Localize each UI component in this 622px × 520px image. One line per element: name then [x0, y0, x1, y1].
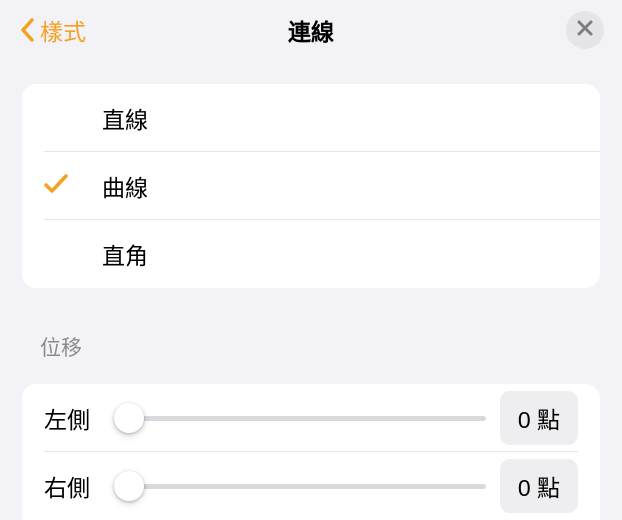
close-icon	[577, 20, 593, 41]
offset-value-right[interactable]: 0 點	[500, 459, 578, 513]
offset-section: 左側 0 點 右側 0 點	[22, 384, 600, 520]
option-label: 曲線	[102, 169, 148, 203]
back-button[interactable]: 樣式	[18, 13, 86, 47]
line-type-option-straight[interactable]: 直線	[22, 84, 600, 152]
option-label: 直角	[102, 237, 148, 271]
back-label: 樣式	[40, 13, 86, 47]
offset-value-left[interactable]: 0 點	[500, 391, 578, 445]
offset-row-right: 右側 0 點	[22, 452, 600, 520]
offset-slider-left[interactable]	[114, 403, 486, 433]
offset-slider-right[interactable]	[114, 471, 486, 501]
offset-label-left: 左側	[44, 401, 100, 435]
line-type-option-curved[interactable]: 曲線	[22, 152, 600, 220]
close-button[interactable]	[566, 11, 604, 49]
slider-thumb[interactable]	[114, 403, 144, 433]
line-type-list: 直線 曲線 直角	[22, 84, 600, 288]
checkmark-icon	[44, 173, 68, 200]
offset-row-left: 左側 0 點	[22, 384, 600, 452]
page-title: 連線	[288, 13, 334, 47]
chevron-left-icon	[18, 16, 38, 44]
offset-section-label: 位移	[40, 332, 622, 362]
line-type-option-right-angle[interactable]: 直角	[22, 220, 600, 288]
slider-thumb[interactable]	[114, 471, 144, 501]
offset-label-right: 右側	[44, 469, 100, 503]
checkmark-slot	[44, 173, 102, 200]
option-label: 直線	[102, 101, 148, 135]
